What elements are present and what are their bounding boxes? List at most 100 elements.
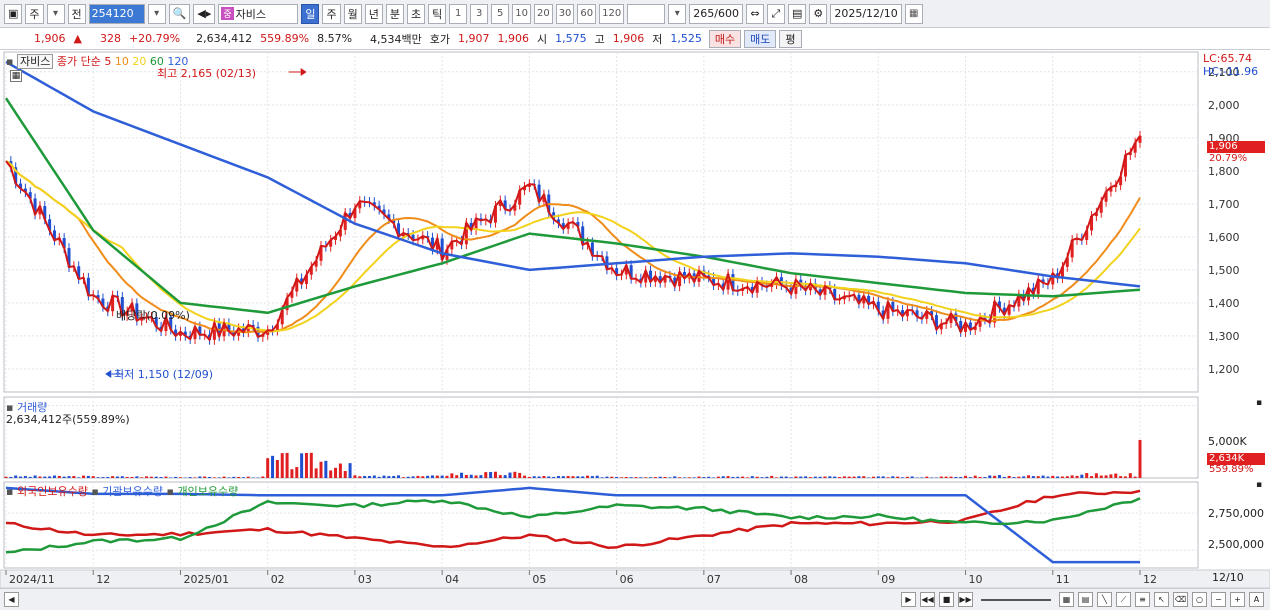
buy-button[interactable]: 매수 <box>708 29 742 48</box>
interval-20-button[interactable]: 20 <box>533 3 553 24</box>
volume-bar <box>217 477 221 478</box>
interval-1-button[interactable]: 1 <box>449 3 468 24</box>
volume-bar <box>934 477 938 478</box>
volume-bar <box>149 476 153 478</box>
interval-10-button[interactable]: 10 <box>512 3 531 24</box>
trend-tool-icon[interactable]: ⟋ <box>1116 592 1131 607</box>
zoom-out-icon[interactable]: − <box>1211 592 1226 607</box>
volume-bar <box>372 475 376 478</box>
volume-bar <box>944 476 948 478</box>
legend-ma10[interactable]: 10 <box>115 55 129 68</box>
interval-dropdown-icon[interactable]: ▾ <box>668 3 687 24</box>
min-price-label: 최저 1,150 (12/09) <box>114 368 214 381</box>
period-year-button[interactable]: 년 <box>364 3 383 24</box>
period-minute-button[interactable]: 분 <box>385 3 404 24</box>
cross-chart-icon[interactable]: ⤢ <box>766 3 785 24</box>
period-month-button[interactable]: 월 <box>343 3 362 24</box>
calendar-icon[interactable]: ▦ <box>904 3 923 24</box>
code-dropdown-icon[interactable]: ▾ <box>147 3 166 24</box>
volume-bar <box>115 476 119 478</box>
volume-bar <box>561 476 565 478</box>
stock-name-field[interactable]: 중 자비스 <box>218 3 299 24</box>
legend-ma5[interactable]: 종가 단순 5 <box>57 55 111 68</box>
volume-bar <box>435 475 439 478</box>
volume-bar <box>77 477 81 478</box>
period-day-button[interactable]: 일 <box>301 3 320 24</box>
volume-bar <box>392 475 396 478</box>
prev-button[interactable]: 전 <box>67 3 86 24</box>
magnify-icon[interactable]: ○ <box>1192 592 1207 607</box>
stock-code-input[interactable]: 254120 <box>88 3 145 24</box>
volume-bar <box>702 477 706 478</box>
erase-tool-icon[interactable]: ⌫ <box>1173 592 1188 607</box>
rewind-icon[interactable]: ◀◀ <box>920 592 935 607</box>
legend-ma20[interactable]: 20 <box>132 55 146 68</box>
layout-icon[interactable]: ▤ <box>1078 592 1093 607</box>
period-type-select[interactable]: 주 <box>25 3 44 24</box>
volume-bar <box>159 477 163 478</box>
interval-60-button[interactable]: 60 <box>577 3 597 24</box>
search-icon[interactable]: 🔍 <box>168 3 191 24</box>
volume-bar <box>610 476 614 478</box>
volume-bar <box>881 476 885 478</box>
volume-bar <box>406 476 410 478</box>
chart-area[interactable]: 2,100 2,000 1,900 1,800 1,700 1,600 1,500 1,400… <box>0 50 1270 610</box>
period-tick-button[interactable]: 틱 <box>428 3 447 24</box>
volume-bar <box>401 477 405 478</box>
interval-30-button[interactable]: 30 <box>555 3 575 24</box>
interval-custom-select[interactable] <box>627 3 666 24</box>
period-week-button[interactable]: 주 <box>322 3 341 24</box>
legend-individual[interactable]: 개인보유수량 <box>177 485 238 498</box>
stock-name: 자비스 <box>235 7 266 21</box>
volume-bar <box>111 476 115 478</box>
holding-legend: ▪ 외국인보유수량 ▪ 기관보유수량 ▪ 개인보유수량 <box>6 483 238 499</box>
eval-button[interactable]: 평 <box>779 29 802 48</box>
volume-bar <box>901 477 905 478</box>
fast-forward-icon[interactable]: ▶▶ <box>958 592 973 607</box>
save-icon[interactable]: ▤ <box>787 3 807 24</box>
interval-3-button[interactable]: 3 <box>470 3 489 24</box>
chart-menu-icon[interactable]: ▣ <box>4 3 23 24</box>
line-tool-icon[interactable]: ╲ <box>1097 592 1112 607</box>
stop-icon[interactable]: ■ <box>939 592 954 607</box>
volume-bar <box>304 452 308 478</box>
zoom-fit-icon[interactable]: ⇔ <box>745 3 764 24</box>
fib-tool-icon[interactable]: ≡ <box>1135 592 1150 607</box>
volume-bar <box>755 476 759 478</box>
volume-bar <box>174 476 178 478</box>
volume-bar <box>678 477 682 478</box>
volume-bar <box>397 475 401 478</box>
scroll-left-icon[interactable]: ◀ <box>4 592 19 607</box>
play-icon[interactable]: ▶ <box>901 592 916 607</box>
volume-bar <box>203 476 207 478</box>
count-field[interactable]: 265/600 <box>689 3 743 24</box>
volume-bar <box>227 477 231 478</box>
legend-foreign[interactable]: 외국인보유수량 <box>17 485 88 498</box>
sell-button[interactable]: 매도 <box>744 29 777 48</box>
volume-bar <box>38 476 42 478</box>
speaker-icon[interactable]: ◀▸ <box>193 3 216 24</box>
volume-bar <box>353 475 357 478</box>
volume-bar <box>300 453 304 478</box>
volume-bar <box>876 476 880 478</box>
zoom-slider[interactable] <box>981 598 1051 601</box>
volume-bar <box>1114 473 1118 478</box>
volume-close-icon[interactable]: ▪ <box>1256 398 1262 408</box>
volume-bar <box>450 473 454 478</box>
volume-bar <box>862 476 866 478</box>
interval-120-button[interactable]: 120 <box>599 3 625 24</box>
grid-icon[interactable]: ▦ <box>1059 592 1074 607</box>
period-second-button[interactable]: 초 <box>406 3 426 24</box>
legend-institution[interactable]: 기관보유수량 <box>102 485 163 498</box>
gear-icon[interactable]: ⚙ <box>809 3 828 24</box>
interval-5-button[interactable]: 5 <box>491 3 510 24</box>
holding-close-icon[interactable]: ▪ <box>1256 480 1262 490</box>
chevron-down-icon[interactable]: ▾ <box>46 3 65 24</box>
font-size-icon[interactable]: A <box>1249 592 1264 607</box>
zoom-in-icon[interactable]: + <box>1230 592 1245 607</box>
stock-chart-svg[interactable]: 2,1002,0001,9001,8001,7001,6001,5001,400… <box>0 50 1270 589</box>
date-field[interactable]: 2025/12/10 <box>830 3 902 24</box>
table-icon[interactable]: ▦ <box>10 70 22 82</box>
legend-stock-name[interactable]: 자비스 <box>16 54 54 69</box>
cursor-tool-icon[interactable]: ↖ <box>1154 592 1169 607</box>
